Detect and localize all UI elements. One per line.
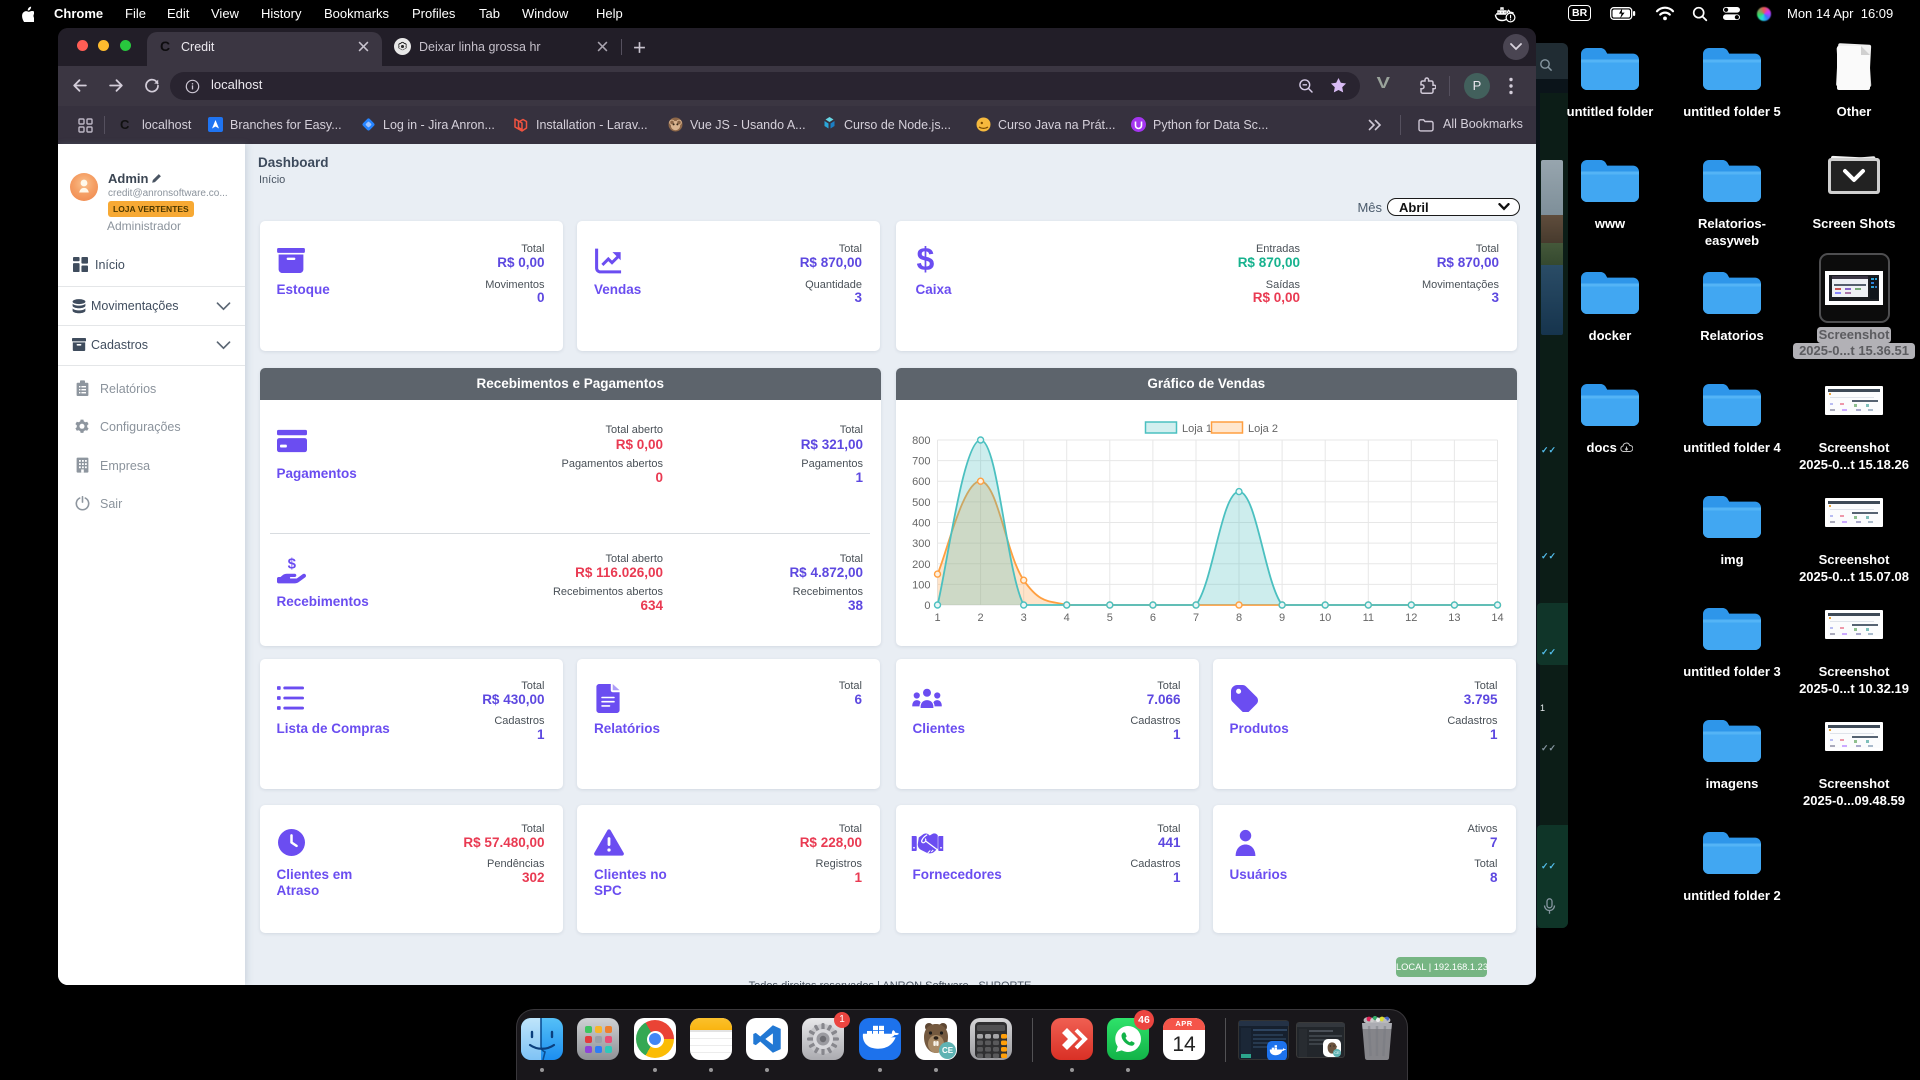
svg-text:200: 200 — [912, 559, 930, 571]
svg-text:11: 11 — [1362, 612, 1373, 624]
svg-text:700: 700 — [912, 456, 930, 468]
svg-text:10: 10 — [1319, 612, 1331, 624]
svg-text:100: 100 — [912, 579, 930, 591]
svg-text:7: 7 — [1192, 612, 1198, 624]
svg-text:2: 2 — [977, 612, 983, 624]
svg-text:6: 6 — [1149, 612, 1155, 624]
svg-text:400: 400 — [912, 518, 930, 530]
svg-text:600: 600 — [912, 476, 930, 488]
svg-text:5: 5 — [1106, 612, 1112, 624]
svg-text:12: 12 — [1405, 612, 1417, 624]
svg-text:14: 14 — [1491, 612, 1503, 624]
svg-text:1: 1 — [934, 612, 940, 624]
svg-text:Loja 2: Loja 2 — [1248, 423, 1278, 435]
svg-text:3: 3 — [1020, 612, 1026, 624]
svg-text:8: 8 — [1235, 612, 1241, 624]
svg-text:Loja 1: Loja 1 — [1182, 423, 1212, 435]
svg-text:9: 9 — [1279, 612, 1285, 624]
svg-text:$: $ — [287, 556, 296, 573]
svg-text:500: 500 — [912, 497, 930, 509]
svg-text:4: 4 — [1063, 612, 1069, 624]
svg-text:300: 300 — [912, 538, 930, 550]
svg-text:800: 800 — [912, 435, 930, 447]
svg-text:13: 13 — [1448, 612, 1460, 624]
svg-text:0: 0 — [924, 600, 930, 612]
